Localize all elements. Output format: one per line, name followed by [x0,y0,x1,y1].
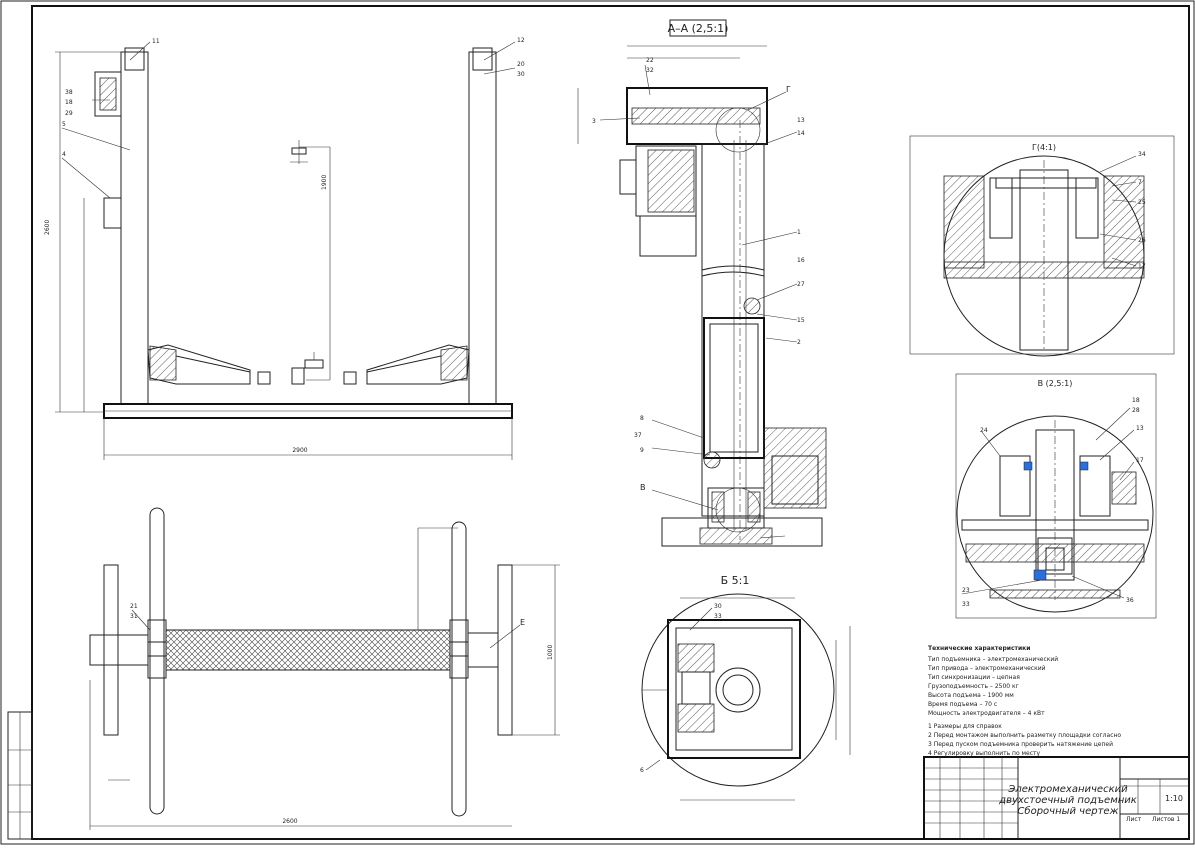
scale-value: 1:10 [1165,794,1183,803]
section-aa: А–А (2,5:1) 22 32 3 Г 13 14 1 16 27 15 2… [577,19,827,547]
svg-text:1: 1 [797,229,801,236]
svg-text:28: 28 [1132,407,1140,414]
technical-notes: Технические характеристики Тип подъемник… [927,645,1121,757]
svg-text:31: 31 [130,613,138,620]
svg-text:33: 33 [714,613,722,620]
svg-text:17: 17 [1136,457,1144,464]
sheets-label: Листов 1 [1152,816,1180,823]
svg-text:18: 18 [1132,397,1140,404]
svg-text:30: 30 [714,603,722,610]
svg-text:5: 5 [62,121,66,128]
svg-text:38: 38 [65,89,73,96]
svg-text:24: 24 [980,427,988,434]
svg-text:27: 27 [797,281,805,288]
svg-text:18: 18 [65,99,73,106]
drawing-sheet: 2600 2900 1900 11 12 20 30 38 18 29 5 4 [0,0,1195,845]
svg-text:Грузоподъемность – 2500 кг: Грузоподъемность – 2500 кг [928,683,1019,690]
svg-text:23: 23 [962,587,970,594]
tech-heading: Технические характеристики [928,645,1030,652]
svg-text:Тип подъемника – электромехани: Тип подъемника – электромеханический [927,656,1058,663]
front-view: 2600 2900 1900 11 12 20 30 38 18 29 5 4 [44,37,525,460]
svg-text:Е: Е [520,618,525,627]
svg-text:7: 7 [1138,179,1142,186]
svg-text:33: 33 [962,601,970,608]
svg-text:14: 14 [797,130,805,137]
svg-text:29: 29 [65,110,73,117]
dim-plan-depth: 1000 [547,645,554,660]
detail-v: В (2,5:1) 18 28 24 13 17 23 33 36 [955,373,1157,619]
svg-text:В: В [640,483,646,492]
dim-total-width: 2900 [292,447,307,454]
outer-border [0,0,1195,845]
svg-text:22: 22 [646,57,654,64]
title-line-1: Электромеханический [1007,784,1128,795]
detail-v-title: В (2,5:1) [1038,379,1073,388]
svg-text:34: 34 [1138,151,1146,158]
cross-beam [165,629,451,671]
dim-plan-width: 2600 [282,818,297,825]
svg-text:15: 15 [797,317,805,324]
svg-text:20: 20 [517,61,525,68]
svg-text:Мощность электродвигателя – 4: Мощность электродвигателя – 4 кВт [928,710,1045,717]
svg-text:26: 26 [1138,237,1146,244]
svg-text:4: 4 [62,151,66,158]
dim-height: 2600 [44,220,51,235]
svg-text:21: 21 [130,603,138,610]
svg-text:32: 32 [646,67,654,74]
svg-text:4 Регулировку выполнить по мес: 4 Регулировку выполнить по месту [928,750,1041,757]
svg-text:11: 11 [152,38,160,45]
svg-text:13: 13 [797,117,805,124]
svg-text:17: 17 [1138,263,1146,270]
view-b: Б 5:1 30 33 6 [640,574,851,801]
svg-text:8: 8 [640,415,644,422]
svg-text:Время подъема – 70 с: Время подъема – 70 с [928,701,997,708]
svg-text:3 Перед пуском подъемника пров: 3 Перед пуском подъемника проверить натя… [928,741,1113,748]
svg-text:25: 25 [1138,199,1146,206]
svg-text:2: 2 [797,339,801,346]
view-b-title: Б 5:1 [721,574,750,587]
plan-view: 2600 1000 21 31 Е [89,507,560,830]
svg-text:6: 6 [640,767,644,774]
dim-lift: 1900 [321,175,328,190]
drawing-canvas: 2600 2900 1900 11 12 20 30 38 18 29 5 4 [0,0,1195,845]
title-line-2: двухстоечный подъемник [998,795,1137,806]
svg-text:36: 36 [1126,597,1134,604]
svg-text:Тип синхронизации – цепная: Тип синхронизации – цепная [927,674,1020,681]
title-block: Электромеханический двухстоечный подъемн… [923,756,1190,840]
svg-text:1 Размеры для справок: 1 Размеры для справок [928,723,1002,730]
section-aa-title: А–А (2,5:1) [668,22,729,35]
detail-g: Г(4:1) 34 7 25 26 17 [909,135,1175,357]
title-line-3: Сборочный чертеж [1017,805,1118,817]
svg-text:Тип привода – электромеханичес: Тип привода – электромеханический [927,665,1046,672]
detail-g-title: Г(4:1) [1032,143,1056,152]
svg-text:37: 37 [634,432,642,439]
svg-text:Высота подъема – 1900 мм: Высота подъема – 1900 мм [928,692,1014,699]
svg-text:30: 30 [517,71,525,78]
sheet-label: Лист [1126,816,1142,823]
svg-text:16: 16 [797,257,805,264]
svg-text:3: 3 [592,118,596,125]
svg-text:12: 12 [517,37,525,44]
svg-text:2 Перед монтажом выполнить раз: 2 Перед монтажом выполнить разметку площ… [928,732,1121,739]
svg-text:Г: Г [786,85,791,94]
svg-text:9: 9 [640,447,644,454]
svg-text:13: 13 [1136,425,1144,432]
